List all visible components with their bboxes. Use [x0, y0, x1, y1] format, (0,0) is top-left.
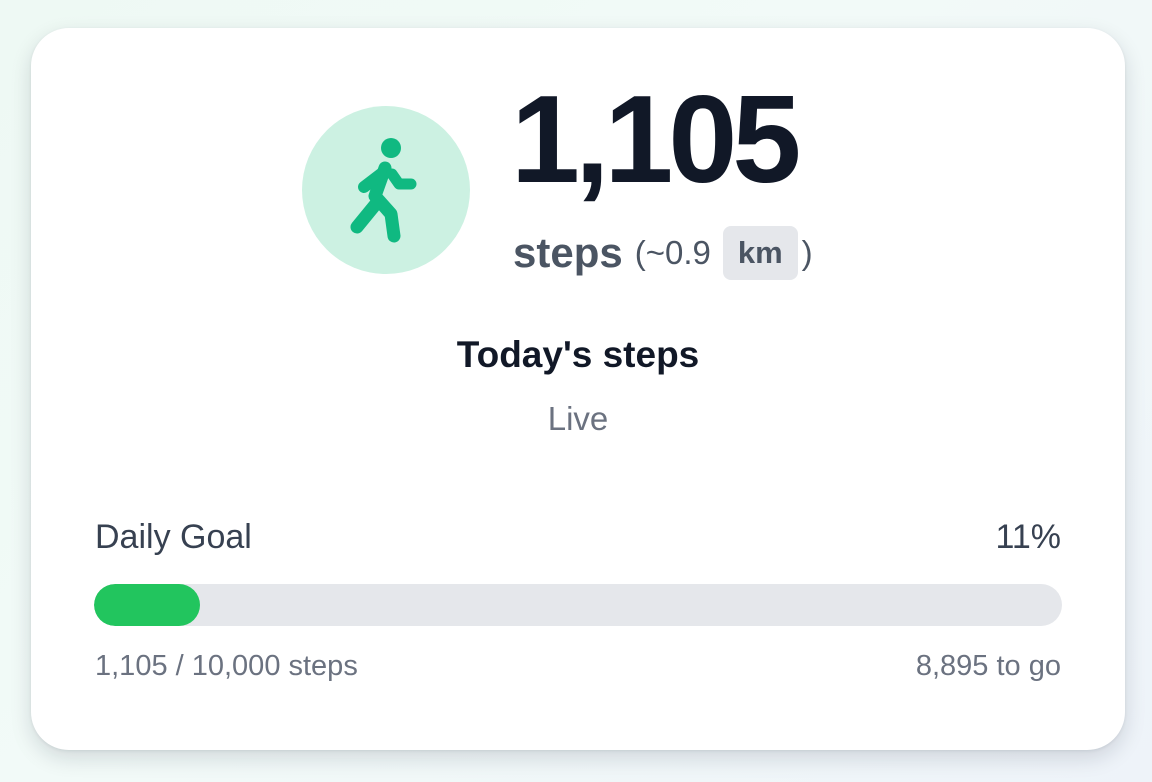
progress-track — [94, 584, 1062, 626]
steps-unit-label: steps — [513, 229, 623, 276]
live-status: Live — [547, 400, 609, 437]
progress-count: 1,105 / 10,000 steps — [95, 650, 358, 682]
progress-fill — [94, 584, 201, 626]
step-count: 1,105 — [511, 71, 801, 209]
step-counter-card: 1,105 steps (~ 0.9 km ) Today's steps Li… — [31, 28, 1125, 750]
step-details: steps (~ 0.9 km ) — [513, 221, 813, 285]
distance-paren-open: (~ — [634, 234, 665, 271]
card-title: Today's steps — [456, 334, 700, 375]
distance-unit-badge: km — [722, 226, 798, 280]
distance-paren-close: ) — [801, 234, 813, 271]
walking-icon-badge — [302, 106, 470, 274]
daily-goal-percent: 11% — [995, 518, 1061, 556]
daily-goal-label: Daily Goal — [95, 518, 252, 556]
distance-value: 0.9 — [664, 234, 711, 271]
remaining-steps: 8,895 to go — [915, 650, 1061, 682]
walking-person-icon — [350, 138, 417, 243]
